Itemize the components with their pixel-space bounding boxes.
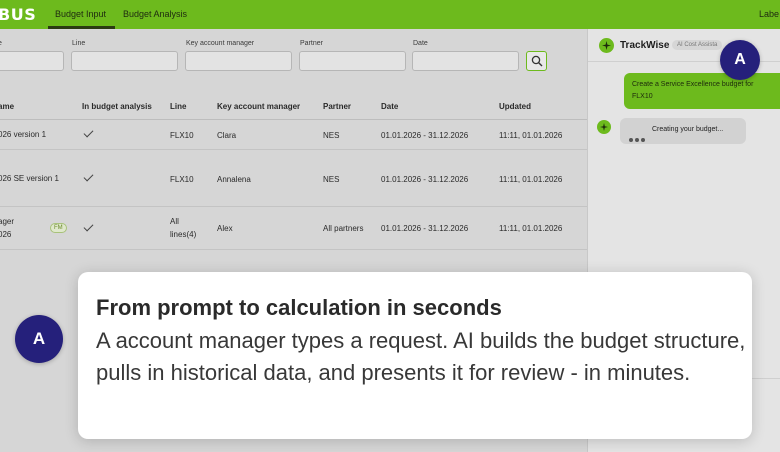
row-updated: 11:11, 01.01.2026 (499, 224, 563, 233)
column-header-updated[interactable]: Updated (499, 102, 531, 111)
kam-filter-input[interactable] (185, 51, 292, 71)
user-message-bubble: Create a Service Excellence budget for F… (624, 73, 780, 109)
row-line: FLX10 (170, 175, 194, 184)
partner-filter-input[interactable] (299, 51, 406, 71)
row-date: 01.01.2026 - 31.12.2026 (381, 224, 469, 233)
top-right-label[interactable]: Labe (759, 9, 779, 19)
column-header-name[interactable]: ame (0, 102, 14, 111)
ai-message-bubble: Creating your budget... (620, 118, 746, 144)
ai-message-text: Creating your budget... (652, 126, 724, 133)
row-name: 026 SE version 1 (0, 174, 59, 183)
panel-badge: AI Cost Assista (672, 40, 723, 50)
row-date: 01.01.2026 - 31.12.2026 (381, 131, 469, 140)
app-logo: BUS (0, 5, 37, 24)
column-header-kam[interactable]: Key account manager (217, 102, 300, 111)
row-line-line2: lines(4) (170, 230, 197, 239)
row-partner: NES (323, 175, 340, 184)
table-row[interactable]: 026 version 1 FLX10 Clara NES 01.01.2026… (0, 121, 587, 150)
filter-label-date: Date (413, 40, 428, 47)
info-card: From prompt to calculation in seconds A … (78, 272, 752, 439)
top-bar: BUS Budget Input Budget Analysis Labe (0, 0, 780, 29)
filter-label-name: e (0, 40, 2, 47)
date-filter-input[interactable] (412, 51, 519, 71)
row-partner: All partners (323, 224, 364, 233)
column-header-date[interactable]: Date (381, 102, 398, 111)
table-row[interactable]: ager 026 FM All lines(4) Alex All partne… (0, 207, 587, 250)
filter-label-partner: Partner (300, 40, 323, 47)
trackwise-logo-icon (599, 38, 614, 53)
callout-marker-card: A (15, 315, 63, 363)
filter-label-line: Line (72, 40, 86, 47)
row-kam: Annalena (217, 175, 251, 184)
row-name-line2: 026 (0, 230, 12, 239)
row-updated: 11:11, 01.01.2026 (499, 131, 563, 140)
search-icon (531, 55, 543, 67)
status-badge: FM (50, 223, 67, 233)
search-button[interactable] (526, 51, 547, 71)
card-body: A account manager types a request. AI bu… (96, 328, 746, 385)
ai-avatar-icon (597, 120, 611, 134)
row-kam: Clara (217, 131, 237, 140)
row-partner: NES (323, 131, 340, 140)
sparkle-icon (602, 41, 611, 50)
checkmark-icon (83, 127, 94, 138)
row-updated: 11:11, 01.01.2026 (499, 175, 563, 184)
table-row[interactable]: 026 SE version 1 FLX10 Annalena NES 01.0… (0, 150, 587, 207)
card-title: From prompt to calculation in seconds (96, 295, 502, 320)
checkmark-icon (83, 221, 94, 232)
column-header-in-analysis[interactable]: In budget analysis (82, 102, 152, 111)
column-header-line[interactable]: Line (170, 102, 186, 111)
tab-budget-analysis[interactable]: Budget Analysis (123, 9, 187, 19)
row-name: 026 version 1 (0, 130, 47, 139)
tab-budget-input[interactable]: Budget Input (55, 9, 106, 19)
name-filter-input[interactable] (0, 51, 64, 71)
callout-marker-top: A (720, 40, 760, 80)
typing-indicator-icon (629, 129, 647, 147)
column-header-partner[interactable]: Partner (323, 102, 351, 111)
row-name: ager (0, 217, 15, 226)
row-kam: Alex (217, 224, 233, 233)
table-header: ame In budget analysis Line Key account … (0, 92, 587, 120)
line-filter-input[interactable] (71, 51, 178, 71)
sparkle-icon (600, 123, 608, 131)
row-line: FLX10 (170, 131, 194, 140)
checkmark-icon (83, 171, 94, 182)
row-date: 01.01.2026 - 31.12.2026 (381, 175, 469, 184)
panel-title: TrackWise (620, 40, 670, 51)
row-line: All (170, 217, 179, 226)
filter-label-kam: Key account manager (186, 40, 255, 47)
